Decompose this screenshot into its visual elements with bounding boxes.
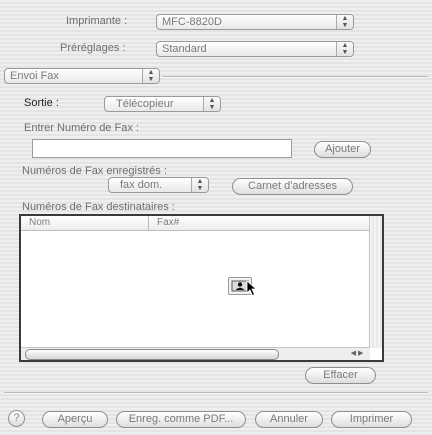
- up-down-arrows-icon: ▲ ▼: [191, 178, 208, 192]
- saved-numbers-select[interactable]: fax dom. ▲ ▼: [108, 177, 209, 193]
- presets-select[interactable]: Standard ▲ ▼: [156, 41, 354, 57]
- up-down-arrows-icon: ▲ ▼: [142, 69, 159, 83]
- fax-number-input[interactable]: [32, 139, 292, 158]
- address-book-button[interactable]: Carnet d'adresses: [232, 178, 353, 195]
- scroll-left-arrow-icon[interactable]: ◀: [351, 350, 356, 357]
- column-header-fax[interactable]: Fax#: [149, 216, 370, 230]
- printer-label: Imprimante :: [66, 15, 128, 27]
- print-button[interactable]: Imprimer: [331, 411, 412, 428]
- add-button[interactable]: Ajouter: [314, 141, 371, 158]
- saved-numbers-select-value: fax dom.: [120, 179, 163, 191]
- printer-select[interactable]: MFC-8820D ▲ ▼: [156, 14, 354, 30]
- saved-numbers-label: Numéros de Fax enregistrés :: [22, 165, 167, 177]
- fax-number-label: Entrer Numéro de Fax :: [24, 122, 139, 134]
- up-down-arrows-icon: ▲ ▼: [203, 97, 220, 111]
- pointer-cursor-icon: [246, 280, 258, 300]
- recipients-table[interactable]: Nom Fax# ◀ ▶: [19, 214, 384, 362]
- output-select[interactable]: Télécopieur ▲ ▼: [104, 96, 221, 112]
- cancel-button[interactable]: Annuler: [255, 411, 323, 428]
- recipients-label: Numéros de Fax destinataires :: [22, 201, 175, 213]
- scroll-right-arrow-icon[interactable]: ▶: [358, 350, 363, 357]
- footer-separator: [4, 392, 428, 394]
- panel-separator: [162, 76, 428, 78]
- up-down-arrows-icon: ▲ ▼: [336, 42, 353, 56]
- column-header-name[interactable]: Nom: [21, 216, 149, 230]
- table-header: Nom Fax#: [21, 216, 370, 231]
- horizontal-scrollbar[interactable]: ◀ ▶: [21, 347, 370, 360]
- horizontal-scroll-thumb[interactable]: [25, 349, 279, 360]
- preview-button[interactable]: Aperçu: [42, 411, 108, 428]
- save-as-pdf-button[interactable]: Enreg. comme PDF...: [116, 411, 246, 428]
- panel-select-value: Envoi Fax: [10, 70, 59, 82]
- printer-select-value: MFC-8820D: [162, 16, 222, 28]
- up-down-arrows-icon: ▲ ▼: [336, 15, 353, 29]
- output-select-value: Télécopieur: [116, 98, 174, 110]
- panel-select[interactable]: Envoi Fax ▲ ▼: [4, 68, 160, 84]
- delete-button[interactable]: Effacer: [305, 367, 376, 384]
- presets-label: Préréglages :: [60, 42, 126, 54]
- output-label: Sortie :: [24, 97, 59, 109]
- presets-select-value: Standard: [162, 43, 207, 55]
- help-button[interactable]: ?: [8, 410, 25, 427]
- vertical-scrollbar[interactable]: [369, 216, 382, 348]
